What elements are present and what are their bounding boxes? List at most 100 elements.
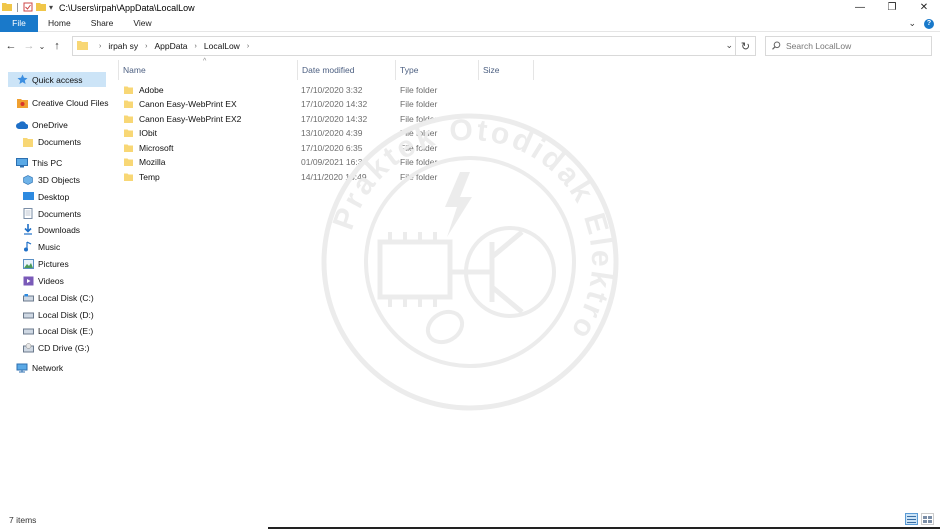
sidebar-item-label: OneDrive [32, 119, 68, 130]
sidebar-item-this-pc[interactable]: This PC [16, 155, 62, 170]
title-bar: ▾ C:\Users\irpah\AppData\LocalLow — ❐ ✕ [0, 0, 940, 15]
drive-icon [22, 325, 34, 337]
sidebar-item-label: CD Drive (G:) [38, 342, 90, 353]
download-icon [22, 224, 34, 236]
sidebar-item-label: Creative Cloud Files [32, 97, 109, 108]
sidebar-item-label: This PC [32, 157, 63, 168]
folder-icon [124, 158, 133, 166]
chevron-right-icon[interactable]: › [99, 43, 101, 50]
breadcrumb-item[interactable]: LocalLow [204, 41, 240, 51]
column-header-size[interactable]: Size [478, 60, 534, 80]
file-row[interactable]: Adobe 17/10/2020 3:32 File folder [120, 83, 540, 97]
window-title: C:\Users\irpah\AppData\LocalLow [59, 2, 195, 13]
creative-cloud-icon [16, 97, 28, 109]
tab-view[interactable]: View [123, 15, 161, 32]
cloud-icon [16, 119, 28, 131]
sidebar-item-quick-access[interactable]: Quick access [8, 72, 106, 87]
properties-icon[interactable] [23, 2, 33, 14]
file-type: File folder [400, 157, 438, 167]
file-list: ^ Name Date modified Type Size Adobe 17/… [112, 58, 940, 510]
tab-file[interactable]: File [0, 14, 38, 32]
recent-locations-icon[interactable]: ⌄ [38, 39, 46, 53]
sidebar-item-label: Pictures [38, 258, 69, 269]
file-date: 14/11/2020 18:49 [301, 172, 367, 182]
sidebar-item-label: Documents [38, 208, 81, 219]
sidebar-item-network[interactable]: Network [16, 360, 63, 375]
file-date: 17/10/2020 6:35 [301, 143, 363, 153]
close-button[interactable]: ✕ [908, 0, 940, 15]
sidebar-item-cd-drive-g[interactable]: CD Drive (G:) [22, 340, 89, 355]
file-row[interactable]: Canon Easy-WebPrint EX2 17/10/2020 14:32… [120, 112, 540, 126]
sidebar-item-desktop[interactable]: Desktop [22, 189, 69, 204]
item-count: 7 items [9, 515, 37, 525]
sidebar-item-downloads[interactable]: Downloads [22, 222, 80, 237]
file-type: File folder [400, 128, 438, 138]
large-icons-view-icon[interactable] [921, 513, 934, 525]
file-row[interactable]: IObit 13/10/2020 4:39 File folder [120, 126, 540, 140]
help-icon[interactable]: ? [924, 18, 934, 29]
expand-ribbon-icon[interactable]: ⌄ [908, 18, 916, 29]
column-header-date-modified[interactable]: Date modified [297, 60, 395, 80]
ribbon-tabs: File Home Share View ⌄ ? [0, 14, 940, 32]
navigation-bar: ← → ⌄ ↑ › irpah sy › AppData › LocalLow … [0, 32, 940, 60]
sidebar-item-documents[interactable]: Documents [22, 206, 81, 221]
customize-quick-access-icon[interactable]: ▾ [49, 3, 53, 12]
sidebar-item-onedrive[interactable]: OneDrive [16, 117, 68, 132]
drive-icon [22, 292, 34, 304]
sidebar-item-3d-objects[interactable]: 3D Objects [22, 172, 80, 187]
file-row[interactable]: Temp 14/11/2020 18:49 File folder [120, 170, 540, 184]
search-input[interactable] [786, 41, 926, 51]
sidebar-item-label: Local Disk (C:) [38, 292, 94, 303]
file-date: 17/10/2020 3:32 [301, 85, 363, 95]
sidebar-item-onedrive-documents[interactable]: Documents [22, 134, 81, 149]
sidebar-item-label: Documents [38, 136, 81, 147]
breadcrumb-item[interactable]: irpah sy [108, 41, 138, 51]
computer-icon [16, 157, 28, 169]
file-row[interactable]: Mozilla 01/09/2021 16:34 File folder [120, 155, 540, 169]
address-bar[interactable]: › irpah sy › AppData › LocalLow › ⌄ ↻ [72, 36, 756, 56]
sidebar-item-label: Local Disk (D:) [38, 309, 94, 320]
sidebar-item-music[interactable]: Music [22, 239, 60, 254]
sidebar-item-label: Quick access [32, 74, 83, 85]
chevron-right-icon[interactable]: › [195, 43, 197, 50]
forward-arrow-icon[interactable]: → [22, 39, 36, 53]
up-arrow-icon[interactable]: ↑ [50, 39, 64, 53]
column-header-name[interactable]: Name [118, 60, 298, 80]
minimize-button[interactable]: — [844, 0, 876, 15]
sidebar-item-videos[interactable]: Videos [22, 273, 64, 288]
breadcrumb-item[interactable]: AppData [154, 41, 187, 51]
file-row[interactable]: Canon Easy-WebPrint EX 17/10/2020 14:32 … [120, 97, 540, 111]
back-arrow-icon[interactable]: ← [4, 39, 18, 53]
file-type: File folder [400, 143, 438, 153]
file-type: File folder [400, 172, 438, 182]
chevron-down-icon[interactable]: ⌄ [725, 40, 733, 51]
sidebar-item-local-disk-c[interactable]: Local Disk (C:) [22, 290, 94, 305]
file-row[interactable]: Microsoft 17/10/2020 6:35 File folder [120, 141, 540, 155]
file-date: 01/09/2021 16:34 [301, 157, 368, 167]
chevron-right-icon[interactable]: › [247, 43, 249, 50]
network-icon [16, 362, 28, 374]
file-name: IObit [139, 128, 157, 138]
file-name: Canon Easy-WebPrint EX [139, 99, 237, 109]
sidebar-item-label: Local Disk (E:) [38, 325, 94, 336]
refresh-icon[interactable]: ↻ [735, 37, 755, 55]
sidebar-item-local-disk-e[interactable]: Local Disk (E:) [22, 323, 93, 338]
sidebar-item-pictures[interactable]: Pictures [22, 256, 69, 271]
new-folder-icon[interactable] [36, 2, 46, 13]
sidebar-item-creative-cloud[interactable]: Creative Cloud Files [16, 95, 109, 110]
file-type: File folder [400, 85, 438, 95]
tab-home[interactable]: Home [38, 15, 81, 32]
desktop-icon [22, 191, 34, 203]
column-headers: ^ Name Date modified Type Size [112, 58, 542, 80]
column-header-type[interactable]: Type [395, 60, 478, 80]
restore-button[interactable]: ❐ [876, 0, 908, 15]
search-box[interactable] [765, 36, 932, 56]
folder-icon [124, 100, 133, 108]
file-name: Mozilla [139, 157, 166, 167]
chevron-right-icon[interactable]: › [145, 43, 147, 50]
tab-share[interactable]: Share [81, 15, 124, 32]
details-view-icon[interactable] [905, 513, 918, 525]
folder-icon [124, 129, 133, 137]
sidebar-item-local-disk-d[interactable]: Local Disk (D:) [22, 307, 94, 322]
breadcrumb: › irpah sy › AppData › LocalLow › [92, 41, 256, 51]
